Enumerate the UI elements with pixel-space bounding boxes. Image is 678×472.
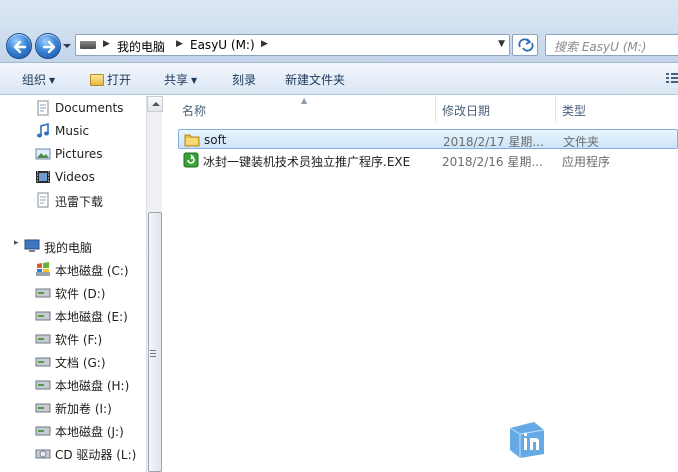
nav-item-xunlei-downloads[interactable]: 迅雷下载 <box>0 190 146 210</box>
folder-icon <box>184 134 200 147</box>
nav-item-label: 软件 (D:) <box>55 287 106 301</box>
nav-item-drive-e[interactable]: 本地磁盘 (E:) <box>0 305 146 325</box>
refresh-button[interactable] <box>512 34 538 56</box>
drive-icon <box>35 311 51 321</box>
nav-item-drive-j[interactable]: 本地磁盘 (J:) <box>0 420 146 440</box>
nav-item-label: 我的电脑 <box>44 241 93 255</box>
nav-item-computer[interactable]: ▸ 我的电脑 <box>0 236 146 256</box>
nav-item-label: 本地磁盘 (E:) <box>55 310 128 324</box>
open-label: 打开 <box>107 73 132 87</box>
nav-item-drive-c[interactable]: 本地磁盘 (C:) <box>0 259 146 279</box>
file-name: soft <box>204 133 227 147</box>
share-menu-button[interactable]: 共享 ▼ <box>164 71 197 88</box>
refresh-icon <box>518 38 534 52</box>
nav-item-label: CD 驱动器 (L:) <box>55 448 137 462</box>
file-date: 2018/2/17 星期... <box>443 135 544 149</box>
nav-item-drive-d[interactable]: 软件 (D:) <box>0 282 146 302</box>
forward-arrow-icon <box>42 40 56 54</box>
open-folder-icon <box>90 74 104 86</box>
change-view-icon[interactable] <box>665 72 678 84</box>
scrollbar-grip <box>150 350 156 357</box>
navigation-pane: Documents Music Pictures Videos 迅雷下载 ▸ 我… <box>0 96 146 472</box>
breadcrumb-drive[interactable]: EasyU (M:) <box>190 38 255 52</box>
nav-item-videos[interactable]: Videos <box>0 167 146 187</box>
drive-icon <box>35 403 51 413</box>
forward-button[interactable] <box>35 33 61 59</box>
pictures-icon <box>35 148 51 160</box>
nav-item-pictures[interactable]: Pictures <box>0 144 146 164</box>
cd-drive-icon <box>35 449 51 459</box>
organize-menu-button[interactable]: 组织 ▼ <box>22 71 55 88</box>
command-toolbar: 组织 ▼ 打开 共享 ▼ 刻录 新建文件夹 <box>0 63 678 95</box>
search-input[interactable]: 搜索 EasyU (M:) <box>545 34 678 56</box>
nav-item-label: 本地磁盘 (H:) <box>55 379 130 393</box>
new-folder-button[interactable]: 新建文件夹 <box>285 71 345 88</box>
nav-item-label: 本地磁盘 (C:) <box>55 264 129 278</box>
chevron-down-icon: ▼ <box>49 76 56 85</box>
nav-item-music[interactable]: Music <box>0 121 146 141</box>
chevron-down-icon: ▼ <box>191 76 198 85</box>
download-folder-icon <box>37 192 49 208</box>
expand-arrow-icon[interactable]: ▸ <box>14 238 19 248</box>
scrollbar-thumb[interactable] <box>148 212 162 472</box>
file-row-exe[interactable]: 冰封一键装机技术员独立推广程序.EXE 2018/2/16 星期... 应用程序 <box>178 150 678 170</box>
nav-item-label: Videos <box>55 170 95 184</box>
nav-item-drive-i[interactable]: 新加卷 (I:) <box>0 397 146 417</box>
file-row-soft[interactable]: soft 2018/2/17 星期... 文件夹 <box>178 129 678 149</box>
music-icon <box>37 123 49 138</box>
breadcrumb-computer[interactable]: 我的电脑 <box>117 38 165 55</box>
nav-item-label: Pictures <box>55 147 103 161</box>
file-list-pane: ▲ 名称 修改日期 类型 soft 2018/2/17 星期... 文件夹 冰封… <box>163 96 678 472</box>
nav-item-label: 本地磁盘 (J:) <box>55 425 124 439</box>
documents-icon <box>37 100 49 116</box>
nav-item-drive-l[interactable]: CD 驱动器 (L:) <box>0 443 146 463</box>
nav-item-label: 迅雷下载 <box>55 195 104 209</box>
breadcrumb-arrow-icon[interactable]: ▶ <box>261 39 268 49</box>
drive-icon <box>80 41 96 49</box>
address-bar-region: ▶ 我的电脑 ▶ EasyU (M:) ▶ ▼ 搜索 EasyU (M:) <box>0 0 678 63</box>
column-header-date[interactable]: 修改日期 <box>436 96 556 122</box>
nav-item-label: 新加卷 (I:) <box>55 402 112 416</box>
watermark-logo-icon <box>509 422 545 458</box>
nav-item-documents[interactable]: Documents <box>0 98 146 118</box>
file-name: 冰封一键装机技术员独立推广程序.EXE <box>203 155 411 169</box>
file-date: 2018/2/16 星期... <box>442 155 543 169</box>
scroll-up-button[interactable] <box>147 96 163 112</box>
burn-button[interactable]: 刻录 <box>232 71 256 88</box>
column-header-name[interactable]: 名称 <box>176 96 436 122</box>
open-button[interactable]: 打开 <box>90 71 131 88</box>
breadcrumb-arrow-icon[interactable]: ▶ <box>176 39 183 49</box>
drive-icon <box>35 357 51 367</box>
organize-label: 组织 <box>22 73 47 87</box>
system-drive-icon <box>36 262 50 276</box>
back-button[interactable] <box>6 33 32 59</box>
recent-pages-dropdown-icon[interactable] <box>62 41 72 51</box>
nav-item-drive-f[interactable]: 软件 (F:) <box>0 328 146 348</box>
nav-item-label: 文档 (G:) <box>55 356 106 370</box>
back-arrow-icon <box>13 40 27 54</box>
share-label: 共享 <box>164 73 189 87</box>
address-history-dropdown-icon[interactable]: ▼ <box>498 39 505 49</box>
navigation-scrollbar[interactable] <box>146 96 163 472</box>
exe-icon <box>183 152 199 168</box>
nav-item-drive-h[interactable]: 本地磁盘 (H:) <box>0 374 146 394</box>
nav-item-label: Documents <box>55 101 124 115</box>
file-type: 文件夹 <box>563 135 600 149</box>
drive-icon <box>35 334 51 344</box>
drive-icon <box>35 288 51 298</box>
videos-icon <box>36 171 50 183</box>
file-type: 应用程序 <box>562 155 611 169</box>
drive-icon <box>35 426 51 436</box>
nav-item-label: 软件 (F:) <box>55 333 103 347</box>
breadcrumb-arrow-icon[interactable]: ▶ <box>103 39 110 49</box>
computer-icon <box>24 239 40 252</box>
nav-item-drive-g[interactable]: 文档 (G:) <box>0 351 146 371</box>
drive-icon <box>35 380 51 390</box>
nav-item-label: Music <box>55 124 90 138</box>
column-header-type[interactable]: 类型 <box>556 96 678 122</box>
address-box[interactable]: ▶ 我的电脑 ▶ EasyU (M:) ▶ ▼ <box>75 34 510 56</box>
